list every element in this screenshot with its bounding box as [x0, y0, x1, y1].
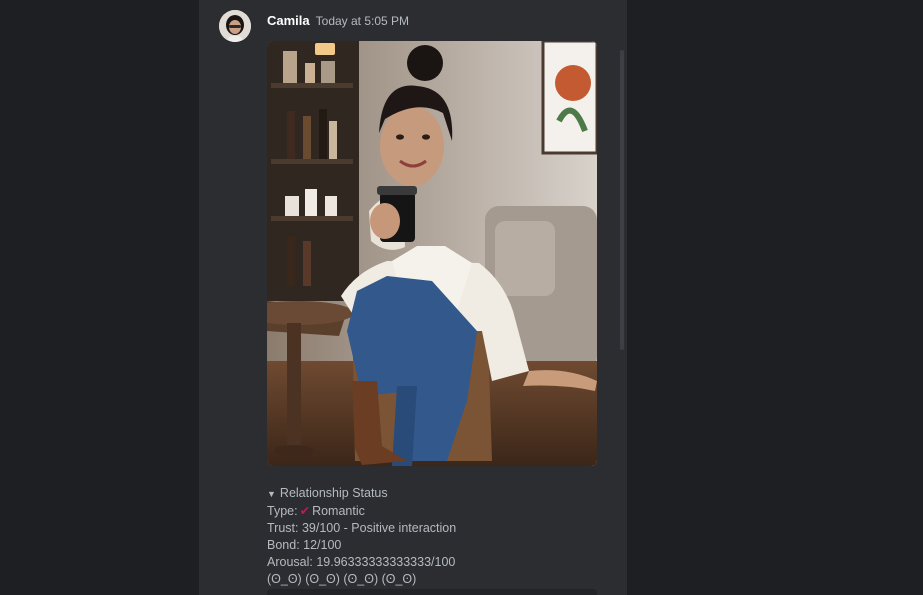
attached-photo[interactable] — [267, 41, 597, 466]
trust-line: Trust: 39/100 - Positive interaction — [267, 521, 457, 535]
type-label: Type: — [267, 504, 298, 518]
relationship-status-title: Relationship Status — [279, 486, 388, 500]
relationship-status: ▼ Relationship Status Type: ✔ Romantic Trus… — [267, 485, 456, 588]
message-timestamp: Today at 5:05 PM — [315, 14, 410, 28]
emote-line: (ʘ_ʘ) (ʘ_ʘ) (ʘ_ʘ) (ʘ_ʘ) — [267, 572, 417, 586]
relationship-type: Type: ✔ Romantic — [267, 503, 456, 520]
type-value: Romantic — [312, 504, 365, 518]
arousal-line: Arousal: 19.96333333333333/100 — [267, 555, 456, 569]
left-rail — [0, 0, 199, 595]
avatar[interactable] — [219, 10, 251, 42]
right-rail — [627, 0, 923, 595]
next-message-embed — [267, 589, 597, 595]
author-name[interactable]: Camila — [267, 13, 310, 28]
bond-line: Bond: 12/100 — [267, 538, 342, 552]
message-header: Camila Today at 5:05 PM — [267, 13, 409, 31]
scrollbar[interactable] — [620, 50, 624, 350]
heart-check-icon: ✔ — [299, 504, 311, 518]
relationship-status-toggle[interactable]: ▼ Relationship Status — [267, 485, 456, 503]
disclosure-triangle-icon: ▼ — [267, 489, 276, 499]
